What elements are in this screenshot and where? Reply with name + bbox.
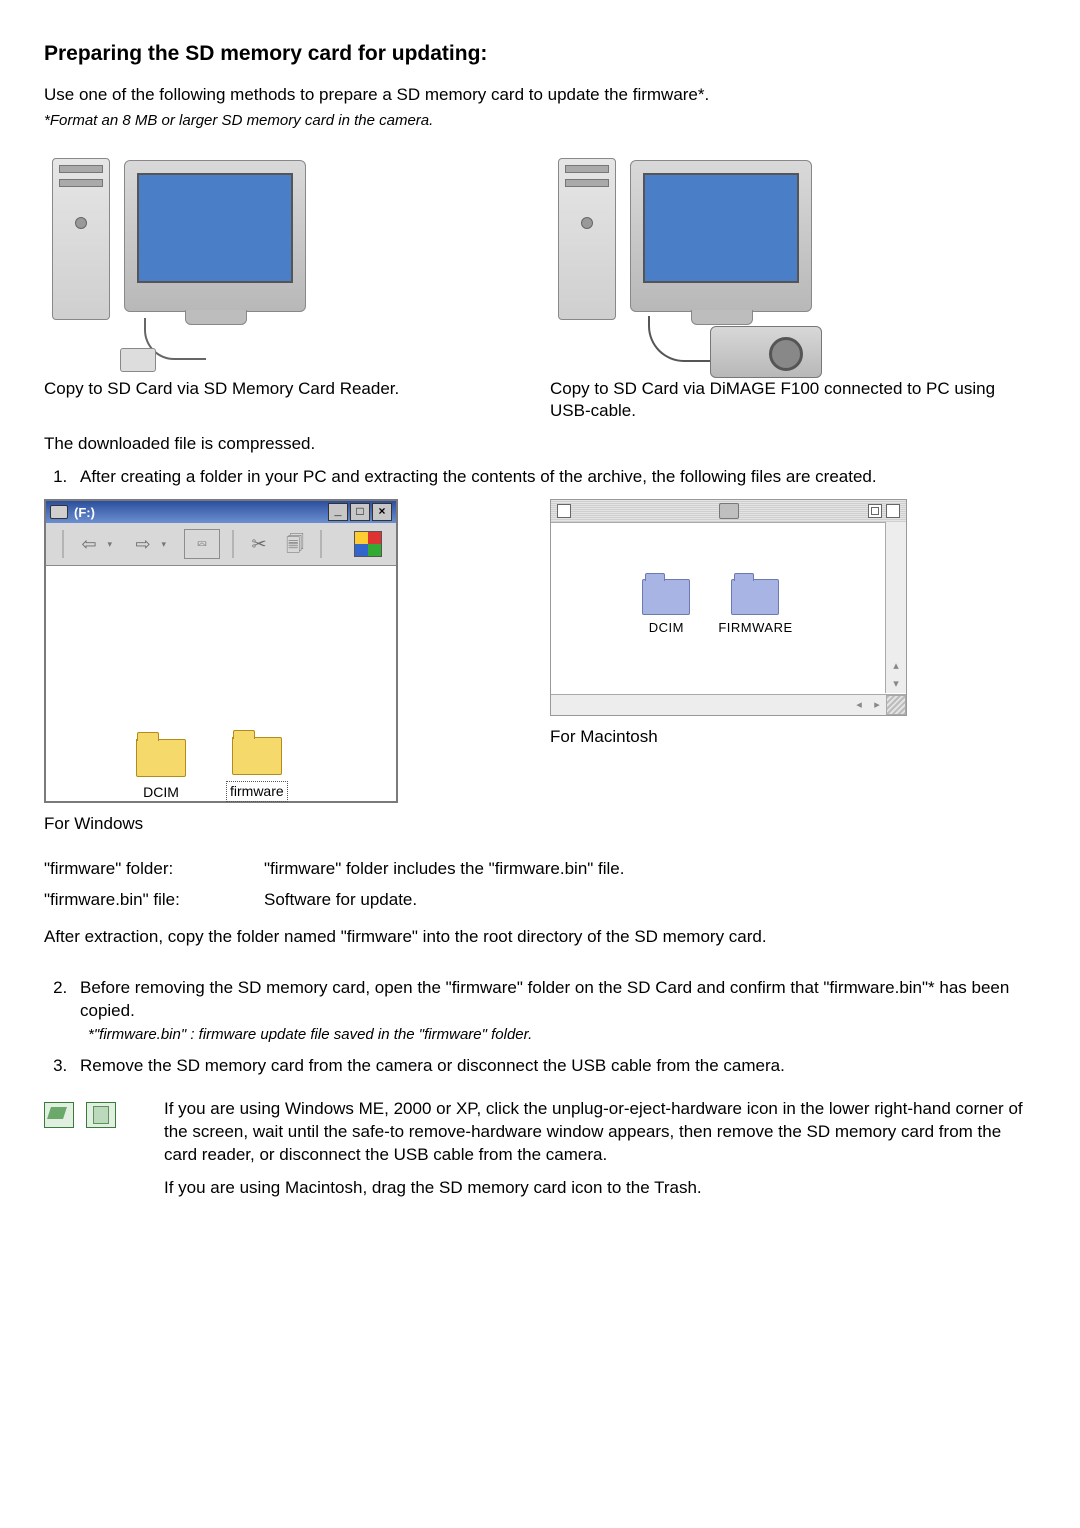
scroll-down-icon[interactable]: ▾	[886, 675, 906, 693]
folder-label: DCIM	[143, 783, 179, 802]
mac-folder-dcim[interactable]: DCIM	[642, 579, 690, 637]
step-2-text: Before removing the SD memory card, open…	[80, 978, 1009, 1020]
folder-icon	[232, 737, 282, 775]
folder-icon	[731, 579, 779, 615]
def-val: Software for update.	[264, 885, 625, 916]
scroll-up-icon[interactable]: ▴	[886, 657, 906, 675]
vertical-scrollbar[interactable]: ▴ ▾	[885, 522, 906, 693]
mac-finder-window: DCIM FIRMWARE ▴ ▾ ◂ ▸	[550, 499, 907, 716]
page-title: Preparing the SD memory card for updatin…	[44, 40, 1036, 68]
illustration-pc-reader	[44, 150, 344, 370]
windows-explorer-window: (F:) _ □ × ⇦ ⇨ ⮹ ✂ 🗐	[44, 499, 398, 803]
caption-usb-camera: Copy to SD Card via DiMAGE F100 connecte…	[550, 378, 1036, 424]
folder-icon	[136, 739, 186, 777]
step-2-footnote: *"firmware.bin" : firmware update file s…	[80, 1025, 1036, 1045]
maximize-button[interactable]: □	[350, 503, 370, 521]
back-icon[interactable]: ⇦	[76, 532, 102, 556]
scroll-left-icon[interactable]: ◂	[850, 695, 868, 715]
folder-firmware[interactable]: firmware	[226, 737, 288, 802]
up-folder-icon[interactable]: ⮹	[184, 529, 220, 559]
copy-icon[interactable]: 🗐	[282, 532, 308, 556]
resize-grip-icon[interactable]	[886, 695, 906, 715]
mac-collapse-button[interactable]	[886, 504, 900, 518]
forward-icon[interactable]: ⇨	[130, 532, 156, 556]
definitions-table: "firmware" folder: "firmware" folder inc…	[44, 854, 625, 916]
mac-close-button[interactable]	[557, 504, 571, 518]
intro-footnote: *Format an 8 MB or larger SD memory card…	[44, 111, 1036, 131]
folder-label: FIRMWARE	[718, 619, 792, 637]
intro-text: Use one of the following methods to prep…	[44, 84, 1036, 131]
mac-trash-instructions: If you are using Macintosh, drag the SD …	[164, 1177, 1036, 1200]
folder-dcim[interactable]: DCIM	[136, 739, 186, 802]
def-val: "firmware" folder includes the "firmware…	[264, 854, 625, 885]
illustration-pc-camera	[550, 150, 850, 370]
compressed-note: The downloaded file is compressed.	[44, 433, 1036, 456]
mac-folder-firmware[interactable]: FIRMWARE	[718, 579, 792, 637]
folder-label: DCIM	[649, 619, 684, 637]
cut-icon[interactable]: ✂	[246, 532, 272, 556]
step-1: After creating a folder in your PC and e…	[72, 466, 1036, 489]
drive-icon	[50, 505, 68, 519]
horizontal-scrollbar[interactable]: ◂ ▸	[551, 694, 906, 715]
windows-tray-instructions: If you are using Windows ME, 2000 or XP,…	[164, 1098, 1036, 1167]
scroll-right-icon[interactable]: ▸	[868, 695, 886, 715]
after-extraction: After extraction, copy the folder named …	[44, 926, 1036, 949]
minimize-button[interactable]: _	[328, 503, 348, 521]
mac-zoom-button[interactable]	[868, 504, 882, 518]
mac-title-icon	[719, 503, 739, 519]
windows-flag-icon	[354, 531, 382, 557]
window-title: (F:)	[74, 504, 95, 522]
os-caption-mac: For Macintosh	[550, 726, 1036, 749]
close-button[interactable]: ×	[372, 503, 392, 521]
folder-label: firmware	[226, 781, 288, 802]
eject-hardware-icon	[44, 1102, 74, 1128]
caption-sd-reader: Copy to SD Card via SD Memory Card Reade…	[44, 378, 530, 401]
step-2: Before removing the SD memory card, open…	[72, 977, 1036, 1045]
step-3: Remove the SD memory card from the camer…	[72, 1055, 1036, 1078]
safe-remove-icon	[86, 1102, 116, 1128]
intro-line: Use one of the following methods to prep…	[44, 85, 709, 104]
def-key: "firmware.bin" file:	[44, 885, 264, 916]
os-caption-windows: For Windows	[44, 813, 530, 836]
folder-icon	[642, 579, 690, 615]
